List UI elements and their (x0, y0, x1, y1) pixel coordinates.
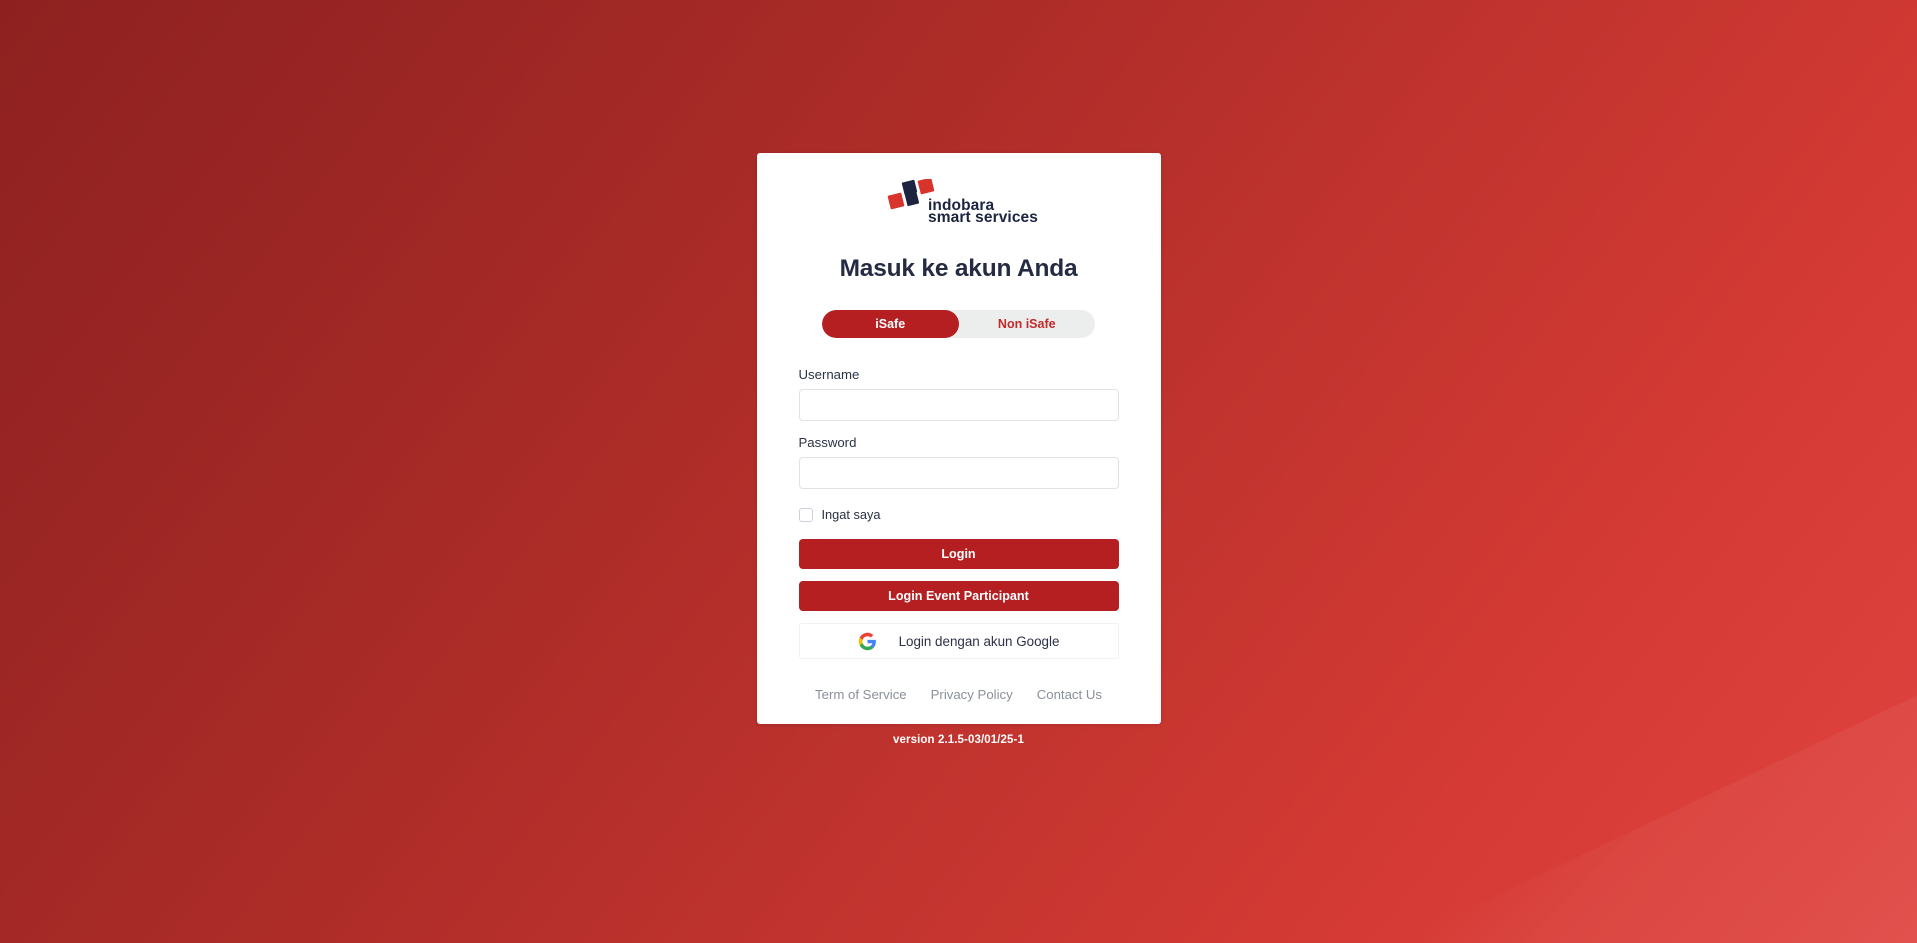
remember-me-row: Ingat saya (798, 507, 1119, 522)
password-label: Password (798, 435, 857, 450)
link-term-of-service[interactable]: Term of Service (815, 687, 907, 702)
google-g-icon (858, 632, 876, 650)
account-type-toggle: iSafe Non iSafe (799, 310, 1119, 338)
page-title: Masuk ke akun Anda (839, 255, 1078, 282)
toggle-track: iSafe Non iSafe (822, 310, 1095, 338)
indobara-logo-icon: indobara smart services (887, 179, 1038, 225)
password-input[interactable] (798, 457, 1119, 489)
version-label: version 2.1.5-03/01/25-1 (893, 734, 1024, 746)
footer-links: Term of Service Privacy Policy Contact U… (799, 687, 1119, 702)
brand-logo: indobara smart services (799, 179, 1119, 225)
remember-me-checkbox[interactable] (798, 507, 813, 522)
username-field-group: Username (798, 367, 1119, 421)
svg-text:smart services: smart services (928, 209, 1038, 225)
google-login-button[interactable]: Login dengan akun Google (798, 623, 1119, 659)
link-contact-us[interactable]: Contact Us (1037, 687, 1102, 702)
toggle-option-non-isafe[interactable]: Non iSafe (959, 310, 1096, 338)
login-card: indobara smart services Masuk ke akun An… (756, 153, 1161, 724)
login-button[interactable]: Login (798, 539, 1119, 569)
username-input[interactable] (798, 389, 1119, 421)
toggle-option-isafe[interactable]: iSafe (822, 310, 959, 338)
google-login-label: Login dengan akun Google (898, 633, 1060, 649)
password-field-group: Password (798, 435, 1119, 489)
login-page-stage: indobara smart services Masuk ke akun An… (0, 0, 1917, 943)
login-event-participant-button[interactable]: Login Event Participant (798, 581, 1119, 611)
link-privacy-policy[interactable]: Privacy Policy (931, 687, 1013, 702)
remember-me-label[interactable]: Ingat saya (822, 507, 881, 522)
username-label: Username (798, 367, 860, 382)
